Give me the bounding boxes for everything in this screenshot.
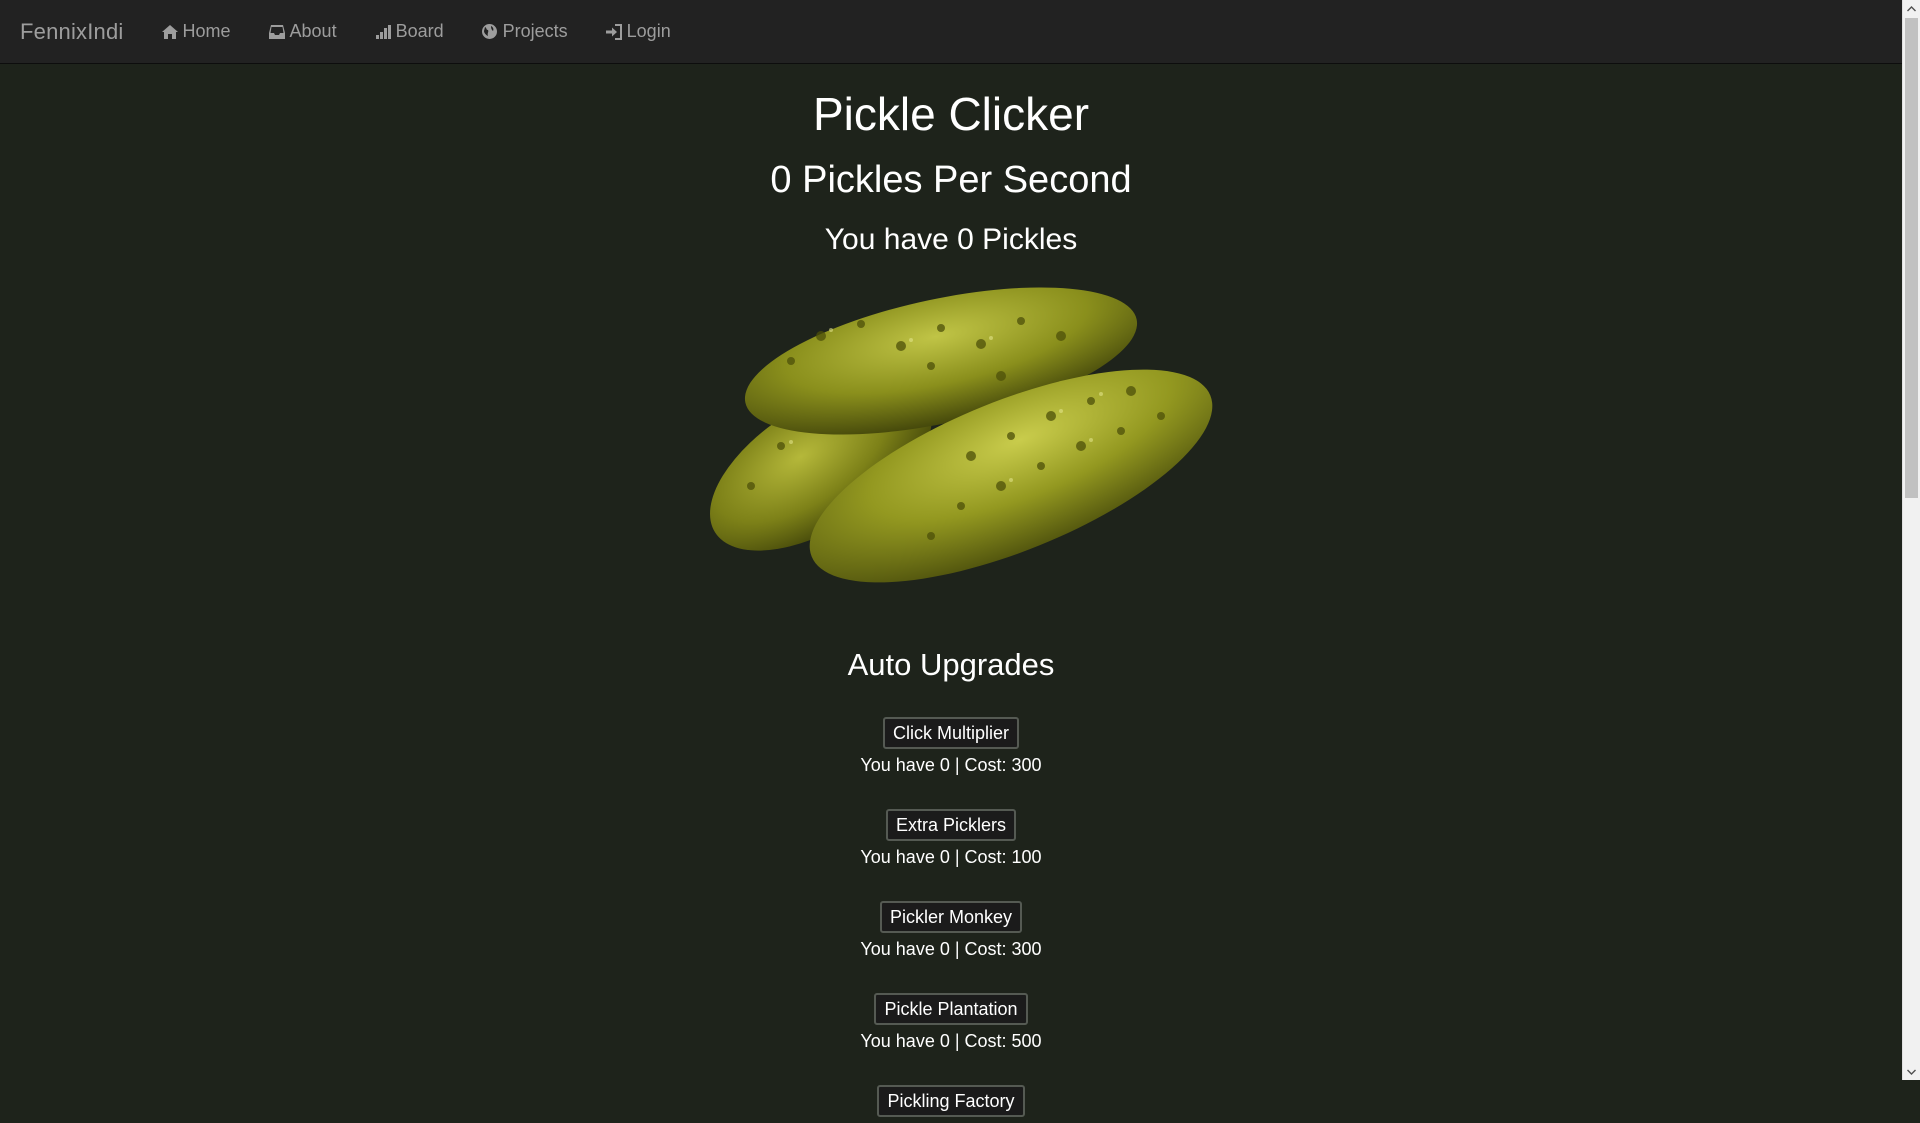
auto-upgrades-heading: Auto Upgrades bbox=[847, 646, 1055, 682]
home-icon bbox=[160, 22, 180, 42]
upgrade-item: Extra Picklers You have 0 | Cost: 100 bbox=[0, 808, 1902, 868]
upgrade-item: Pickler Monkey You have 0 | Cost: 300 bbox=[0, 900, 1902, 960]
nav-home[interactable]: Home bbox=[142, 0, 249, 64]
nav-board-label: Board bbox=[395, 21, 444, 41]
pickles-per-second: 0 Pickles Per Second bbox=[770, 159, 1132, 202]
upgrade-item: Pickling Factory bbox=[0, 1084, 1902, 1117]
globe-icon bbox=[480, 22, 500, 42]
upgrade-info: You have 0 | Cost: 300 bbox=[860, 938, 1042, 959]
login-icon bbox=[604, 22, 624, 42]
brand-link[interactable]: FennixIndi bbox=[0, 19, 124, 45]
pickle-image[interactable] bbox=[671, 266, 1231, 596]
nav-board[interactable]: Board bbox=[355, 0, 462, 64]
click-multiplier-button[interactable]: Click Multiplier bbox=[882, 716, 1019, 749]
nav-projects-label: Projects bbox=[502, 21, 568, 41]
nav-login[interactable]: Login bbox=[586, 0, 689, 64]
main-content: Pickle Clicker 0 Pickles Per Second You … bbox=[0, 65, 1902, 1123]
vertical-scrollbar[interactable] bbox=[1902, 0, 1920, 1080]
nav-home-label: Home bbox=[182, 21, 231, 41]
scroll-down-icon[interactable] bbox=[1903, 1063, 1920, 1080]
page-title: Pickle Clicker bbox=[812, 88, 1090, 140]
pickler-monkey-button[interactable]: Pickler Monkey bbox=[879, 900, 1023, 933]
pickle-count: You have 0 Pickles bbox=[824, 222, 1078, 256]
pickle-plantation-button[interactable]: Pickle Plantation bbox=[874, 992, 1028, 1025]
upgrade-item: Click Multiplier You have 0 | Cost: 300 bbox=[0, 716, 1902, 776]
scroll-up-icon[interactable] bbox=[1903, 0, 1920, 17]
upgrade-info: You have 0 | Cost: 300 bbox=[860, 754, 1042, 775]
inbox-icon bbox=[267, 22, 287, 42]
top-navbar: FennixIndi Home About Board Projects Log… bbox=[0, 0, 1902, 64]
nav-about[interactable]: About bbox=[249, 0, 355, 64]
nav-projects[interactable]: Projects bbox=[462, 0, 586, 64]
upgrade-list: Click Multiplier You have 0 | Cost: 300 … bbox=[0, 716, 1902, 1117]
signal-icon bbox=[373, 22, 393, 42]
extra-picklers-button[interactable]: Extra Picklers bbox=[885, 808, 1017, 841]
nav-about-label: About bbox=[289, 21, 337, 41]
upgrade-info: You have 0 | Cost: 100 bbox=[860, 846, 1042, 867]
upgrade-item: Pickle Plantation You have 0 | Cost: 500 bbox=[0, 992, 1902, 1052]
scroll-thumb[interactable] bbox=[1905, 18, 1918, 498]
nav-login-label: Login bbox=[626, 21, 671, 41]
upgrade-info: You have 0 | Cost: 500 bbox=[860, 1030, 1042, 1051]
pickling-factory-button[interactable]: Pickling Factory bbox=[877, 1084, 1025, 1117]
